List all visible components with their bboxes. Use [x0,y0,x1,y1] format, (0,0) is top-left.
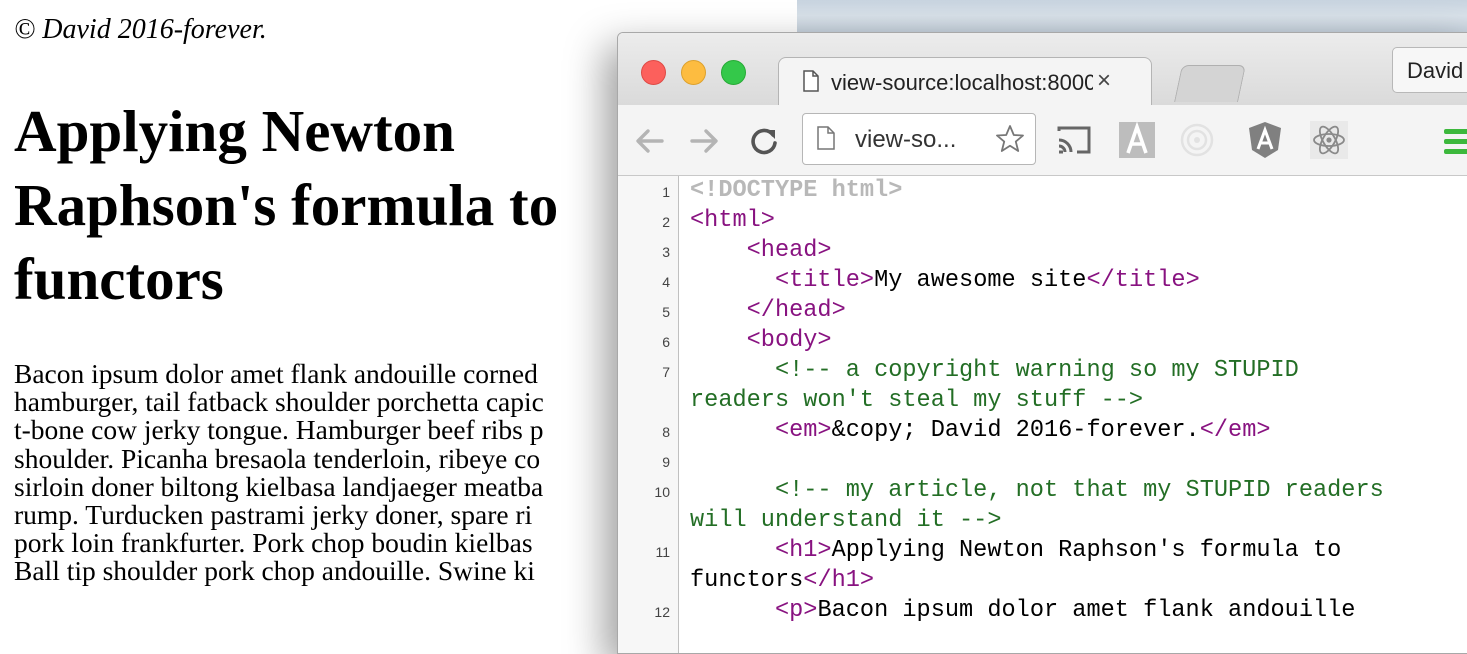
doctype-token: <!DOCTYPE html> [690,177,903,204]
forward-arrow-icon[interactable] [686,123,722,159]
zoom-window-button[interactable] [721,60,746,85]
line-number: 9 [662,454,670,470]
reload-icon[interactable] [746,123,782,159]
profile-button[interactable]: David [1392,47,1467,93]
close-window-button[interactable] [641,60,666,85]
headline-line: functors [14,246,224,312]
tab-title: view-source:localhost:8000 [831,70,1093,95]
tag-token: <body> [746,327,832,354]
new-tab-button[interactable] [1174,65,1246,102]
comment-token: <!-- my article, not that my STUPID read… [774,477,1384,504]
line-number: 1 [662,184,670,200]
browser-window: view-source:localhost:8000 × David view-… [617,32,1467,654]
browser-toolbar: view-so... [618,105,1467,176]
headline-line: Applying Newton [14,98,455,164]
address-text: view-so... [855,126,957,153]
bookmark-star-icon[interactable] [995,124,1025,154]
tab-close-icon[interactable]: × [1097,67,1111,95]
article-headline: Applying Newton Raphson's formula to fun… [14,94,634,316]
cast-icon[interactable] [1055,121,1093,159]
a-extension-icon[interactable] [1118,121,1156,159]
line-number: 3 [662,244,670,260]
angular-icon[interactable] [1246,121,1284,159]
comment-token: will understand it --> [690,507,1002,534]
tag-token: <h1> [774,537,832,564]
page-icon [803,70,819,92]
text-token: functors [690,567,804,594]
tab-view-source[interactable]: view-source:localhost:8000 × [778,57,1152,108]
text-token: &copy; David 2016-forever. [831,417,1200,444]
address-bar[interactable]: view-so... [802,113,1036,165]
minimize-window-button[interactable] [681,60,706,85]
view-source-content: 1 <!DOCTYPE html> 2 <html> 3 <head> 4 <t… [618,176,1467,653]
back-arrow-icon[interactable] [632,123,668,159]
page-icon [817,126,835,150]
tag-token: </head> [746,297,846,324]
headline-line: Raphson's formula to [14,172,559,238]
react-icon[interactable] [1310,121,1348,159]
tag-token: <em> [774,417,832,444]
copyright-notice: © David 2016-forever. [14,14,267,45]
line-number: 4 [662,274,670,290]
tag-token: </em> [1199,417,1271,444]
line-number: 7 [662,364,670,380]
comment-token: <!-- a copyright warning so my STUPID [774,357,1299,384]
augury-icon[interactable] [1178,121,1216,159]
line-number: 12 [654,604,670,620]
line-number: 5 [662,304,670,320]
line-number: 10 [654,484,670,500]
text-token: My awesome site [874,267,1087,294]
hamburger-menu-icon[interactable] [1444,127,1467,155]
line-number: 6 [662,334,670,350]
line-number: 11 [655,544,670,560]
title-bar: view-source:localhost:8000 × David [618,33,1467,108]
tag-token: <p> [774,597,818,624]
line-number: 2 [662,214,670,230]
tag-token: <title> [774,267,875,294]
text-token: Bacon ipsum dolor amet flank andouille [817,597,1356,624]
line-number: 8 [662,424,670,440]
tag-token: <html> [690,207,775,234]
text-token: Applying Newton Raphson's formula to [831,537,1342,564]
tag-token: </h1> [803,567,875,594]
tag-token: <head> [746,237,832,264]
tag-token: </title> [1086,267,1200,294]
comment-token: readers won't steal my stuff --> [690,387,1144,414]
